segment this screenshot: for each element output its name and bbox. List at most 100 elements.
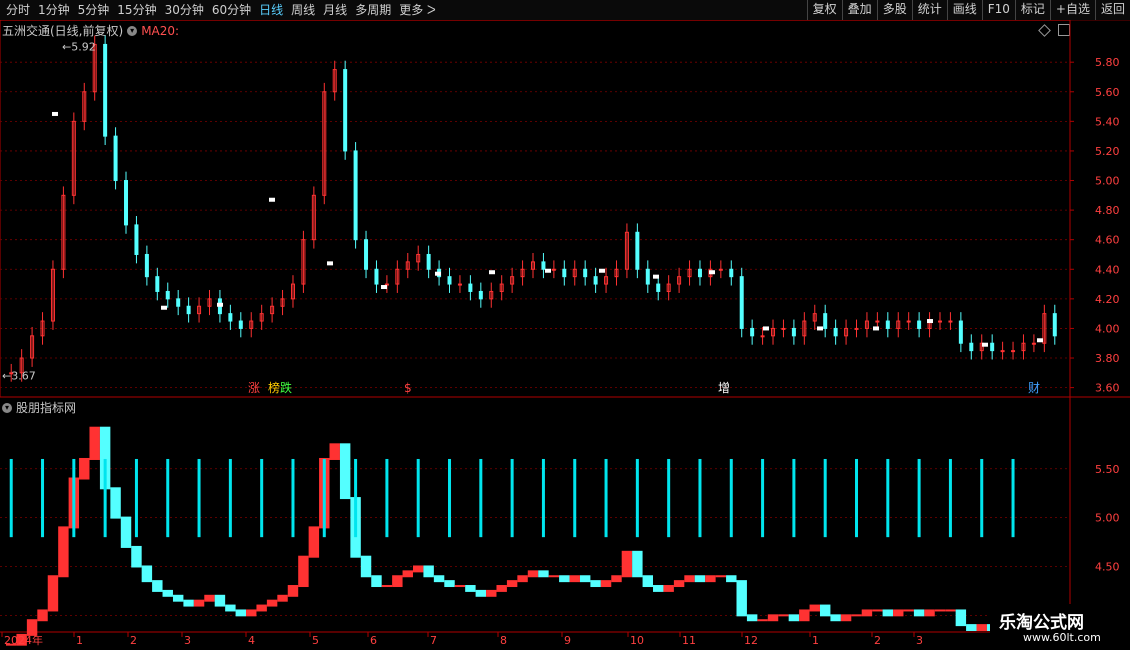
indicator-step <box>277 594 288 602</box>
price-marker <box>435 271 441 276</box>
period-tab[interactable]: 月线 <box>319 2 351 18</box>
x-axis-label: 12 <box>744 634 758 647</box>
indicator-step <box>559 575 570 583</box>
candle-body <box>562 268 567 278</box>
candle-body <box>374 268 379 285</box>
indicator-step <box>246 609 257 617</box>
indicator-step <box>360 555 372 578</box>
indicator-step <box>715 575 727 578</box>
period-tab[interactable]: 周线 <box>287 2 319 18</box>
period-tab[interactable]: 多周期 <box>351 2 395 18</box>
price-marker <box>161 305 167 310</box>
candle-body <box>551 268 556 271</box>
indicator-step <box>58 526 69 578</box>
signal-bar <box>980 458 984 538</box>
indicator-step <box>183 599 194 607</box>
indicator-step <box>141 565 153 583</box>
price-marker <box>489 270 495 275</box>
candle-body <box>1031 342 1036 345</box>
indicator-step <box>412 565 424 573</box>
candle-body <box>781 327 786 330</box>
indicator-step <box>381 585 393 588</box>
indicator-step <box>517 575 528 583</box>
period-tab[interactable]: 更多 ᐳ <box>395 2 440 18</box>
stock-chart[interactable]: 5.80 5.60 5.40 5.20 5.00 4.80 4.60 4.40 4.20 4.00… <box>0 20 1130 650</box>
indicator-step <box>162 589 173 597</box>
tool-button[interactable]: 统计 <box>911 0 947 20</box>
y-tick-label: 5.80 <box>1095 56 1120 69</box>
indicator-step <box>851 614 862 617</box>
indicator-step <box>475 589 487 597</box>
price-marker <box>817 326 823 331</box>
indicator-step <box>256 604 267 612</box>
indicator-step <box>934 609 946 612</box>
signal-bar <box>855 458 859 538</box>
period-tab[interactable]: 60分钟 <box>208 2 255 18</box>
tool-button[interactable]: 标记 <box>1014 0 1050 20</box>
y-tick-label: 5.00 <box>1095 175 1120 188</box>
indicator-step <box>496 585 507 592</box>
indicator-step <box>444 580 455 588</box>
candle-body <box>1011 350 1016 353</box>
signal-bar <box>479 458 483 538</box>
tool-button[interactable]: 画线 <box>946 0 982 20</box>
event-marker: 榜 <box>268 380 280 395</box>
period-tab[interactable]: 日线 <box>255 2 287 18</box>
indicator-step <box>840 614 852 622</box>
indicator-step <box>579 575 591 583</box>
signal-bar <box>41 458 45 538</box>
signal-bar <box>698 458 702 538</box>
indicator-step <box>799 609 810 622</box>
candle-body <box>729 268 734 278</box>
indicator-step <box>600 580 612 588</box>
candle-body <box>875 320 880 323</box>
x-axis-label: 10 <box>630 634 644 647</box>
tool-button[interactable]: F10 <box>981 0 1015 20</box>
signal-bar <box>541 458 545 538</box>
y-tick-label: 5.60 <box>1095 86 1120 99</box>
candle-body <box>343 69 348 152</box>
indicator-step <box>47 575 59 612</box>
period-tab[interactable]: 15分钟 <box>113 2 160 18</box>
indicator-step <box>830 614 841 622</box>
candle-body <box>990 342 995 352</box>
signal-bar <box>322 458 326 538</box>
high-price-label: ←5.92 <box>62 40 96 53</box>
period-tab[interactable]: 1分钟 <box>34 2 74 18</box>
indicator-step <box>308 526 320 558</box>
signal-bar <box>635 458 639 538</box>
period-tab[interactable]: 30分钟 <box>161 2 208 18</box>
tool-button[interactable]: 复权 <box>806 0 842 20</box>
indicator-step <box>705 575 716 583</box>
indicator-step <box>371 575 382 588</box>
tool-button[interactable]: +自选 <box>1049 0 1095 20</box>
price-marker <box>52 111 58 116</box>
indicator-step <box>172 594 184 602</box>
tool-button[interactable]: 叠加 <box>841 0 877 20</box>
indicator-step <box>767 614 779 622</box>
candle-body <box>854 327 859 330</box>
candle-body <box>718 268 723 271</box>
tool-button[interactable]: 返回 <box>1094 0 1130 20</box>
signal-bar <box>103 458 107 538</box>
event-marker: 财 <box>1028 381 1040 395</box>
period-tab[interactable]: 分时 <box>2 2 34 18</box>
x-axis-label: 1 <box>76 634 83 647</box>
candle-body <box>969 342 974 352</box>
indicator-step <box>506 580 518 588</box>
tool-button[interactable]: 多股 <box>876 0 912 20</box>
candle-body <box>906 320 911 323</box>
candle-body <box>134 224 139 255</box>
period-tab[interactable]: 5分钟 <box>74 2 114 18</box>
period-tabs: 分时 1分钟 5分钟 15分钟 30分钟 60分钟 日线 周线 月线 多周期 更多 ᐳ <box>2 2 440 18</box>
indicator-tick-label: 5.00 <box>1095 512 1120 525</box>
y-tick-label: 5.20 <box>1095 145 1120 158</box>
candle-body <box>165 290 170 300</box>
candle-body <box>885 320 890 329</box>
x-axis-label: 8 <box>500 634 507 647</box>
x-axis-label: 1 <box>812 634 819 647</box>
y-tick-label: 4.60 <box>1095 234 1120 247</box>
candle-body <box>124 180 129 226</box>
candle-body <box>186 305 191 315</box>
indicator-step <box>621 550 633 578</box>
